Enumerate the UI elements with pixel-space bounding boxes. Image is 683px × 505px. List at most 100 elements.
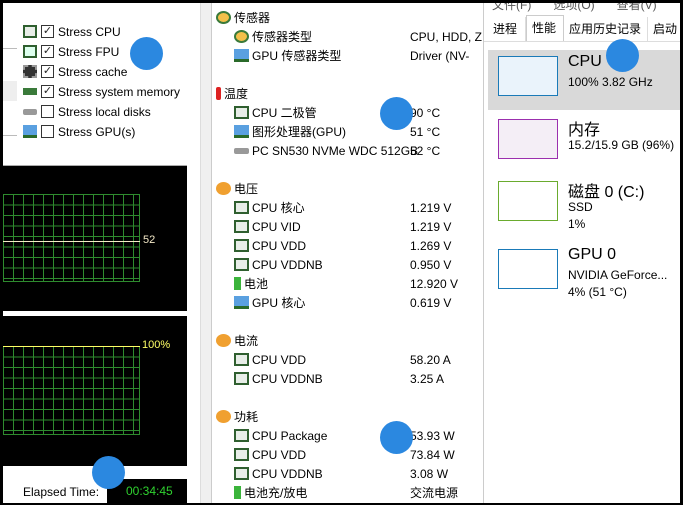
perf-item[interactable]: 磁盘 0 (C:) SSD 1%	[488, 175, 680, 235]
checkbox[interactable]	[41, 105, 54, 118]
sensor-label: 电流	[234, 334, 259, 348]
cpu-chip-icon	[234, 258, 249, 271]
sensor-row[interactable]: 图形处理器(GPU) 51 °C	[212, 122, 483, 141]
stress-option[interactable]: ✓ Stress system memory	[23, 82, 180, 101]
sensor-value: 0.950 V	[410, 257, 452, 272]
cpu-chip-icon	[234, 467, 249, 480]
sensor-row[interactable]: CPU VDDNB 3.08 W	[212, 464, 483, 483]
sensor-label: 图形处理器(GPU)	[252, 125, 346, 139]
usage-line	[3, 346, 140, 347]
checkbox[interactable]	[41, 125, 54, 138]
thermometer-icon	[216, 87, 221, 100]
sensor-group-header[interactable]: 功耗	[212, 407, 483, 426]
sensor-row[interactable]: PC SN530 NVMe WDC 512GB 52 °C	[212, 141, 483, 160]
sensor-row[interactable]: CPU Package 53.93 W	[212, 426, 483, 445]
sensor-label: CPU VID	[252, 219, 301, 234]
elapsed-time-value: 00:34:45	[126, 484, 173, 498]
gpu-icon	[23, 125, 37, 138]
sensor-label: 电压	[234, 182, 259, 196]
sensor-row[interactable]: CPU 核心 1.219 V	[212, 198, 483, 217]
stress-option[interactable]: Stress local disks	[23, 102, 151, 121]
temperature-value: 52	[143, 234, 156, 246]
sensor-row[interactable]: 电池充/放电 交流电源	[212, 483, 483, 502]
tab-2[interactable]: 应用历史记录	[564, 17, 648, 41]
sensor-label: CPU 二极管	[252, 106, 317, 120]
stress-label: Stress cache	[58, 64, 128, 79]
sensor-label: 温度	[224, 87, 249, 101]
sensor-row[interactable]: CPU VID 1.219 V	[212, 217, 483, 236]
sensor-value: 51 °C	[410, 124, 441, 139]
sensor-label: CPU VDD	[252, 447, 307, 462]
cpu-chip-icon	[234, 220, 249, 233]
perf-item-detail: 4% (51 °C)	[568, 285, 627, 299]
cpu-chip-icon	[234, 372, 249, 385]
sensor-value: 52 °C	[410, 143, 441, 158]
checkbox[interactable]: ✓	[41, 85, 54, 98]
touch-indicator	[380, 421, 413, 454]
touch-indicator	[92, 456, 125, 489]
gauge-icon	[216, 11, 231, 24]
perf-item-name: GPU 0	[568, 246, 617, 263]
sensor-row[interactable]: CPU VDD 73.84 W	[212, 445, 483, 464]
tab-0[interactable]: 进程	[488, 17, 526, 41]
sensor-label: CPU VDD	[252, 238, 307, 253]
sensor-row[interactable]: CPU VDD 1.269 V	[212, 236, 483, 255]
checkbox[interactable]: ✓	[41, 45, 54, 58]
sensor-group-header[interactable]: 温度	[212, 84, 483, 103]
sensor-row[interactable]: 传感器类型 CPU, HDD, Z	[212, 27, 483, 46]
checkbox[interactable]: ✓	[41, 65, 54, 78]
menu-item[interactable]: 选项(O)	[553, 3, 594, 13]
stress-option[interactable]: ✓ Stress cache	[23, 62, 127, 81]
menu-item[interactable]: 查看(V)	[617, 3, 657, 13]
sensor-group-header[interactable]: 电流	[212, 331, 483, 350]
sensor-value: 12.920 V	[410, 276, 459, 291]
stress-label: Stress FPU	[58, 44, 120, 59]
sensor-label: CPU Package	[252, 428, 328, 443]
sensor-value: 交流电源	[410, 486, 459, 500]
sensor-value: 53.93 W	[410, 428, 455, 443]
elapsed-time-label: Elapsed Time:	[23, 485, 100, 499]
cpu-chip-icon	[234, 239, 249, 252]
sensor-row[interactable]: 电池 12.920 V	[212, 274, 483, 293]
sensor-label: 电池充/放电	[244, 486, 308, 500]
sensor-group-header[interactable]: 传感器	[212, 8, 483, 27]
task-manager: 文件(F) 选项(O) 查看(V) 进程 性能 应用历史记录 启动 CPU 100% 3.8…	[483, 3, 680, 503]
stress-option[interactable]: ✓ Stress CPU	[23, 22, 121, 41]
sensor-value: 73.84 W	[410, 447, 455, 462]
perf-item-detail: 100% 3.82 GHz	[568, 75, 653, 89]
power-icon	[216, 182, 231, 195]
fpu-icon	[23, 45, 37, 58]
cache-chip-icon	[23, 65, 37, 78]
tab-1[interactable]: 性能	[526, 15, 564, 42]
sensor-value: 3.08 W	[410, 466, 449, 481]
sensor-label: 功耗	[234, 410, 259, 424]
mini-graph	[498, 181, 558, 221]
power-icon	[216, 410, 231, 423]
sensor-row[interactable]: GPU 核心 0.619 V	[212, 293, 483, 312]
sensor-row[interactable]: CPU 二极管 90 °C	[212, 103, 483, 122]
sensor-row[interactable]: CPU VDD 58.20 A	[212, 350, 483, 369]
sensor-row[interactable]: GPU 传感器类型 Driver (NV-	[212, 46, 483, 65]
touch-indicator	[380, 97, 413, 130]
perf-item-name: 内存	[568, 122, 601, 139]
tab-3[interactable]: 启动	[648, 17, 680, 41]
panel-splitter[interactable]	[200, 3, 212, 503]
sensor-row[interactable]: CPU VDDNB 0.950 V	[212, 255, 483, 274]
sensor-group-header[interactable]: 电压	[212, 179, 483, 198]
mini-graph	[498, 56, 558, 96]
stress-option[interactable]: ✓ Stress FPU	[23, 42, 119, 61]
perf-item[interactable]: CPU 100% 3.82 GHz	[488, 50, 680, 110]
menu-item[interactable]: 文件(F)	[492, 3, 531, 13]
perf-item[interactable]: GPU 0 NVIDIA GeForce... 4% (51 °C)	[488, 243, 680, 303]
sensor-value: 3.25 A	[410, 371, 445, 386]
perf-item-detail: NVIDIA GeForce...	[568, 268, 668, 282]
gpu-icon	[234, 296, 249, 309]
cpu-chip-icon	[23, 25, 37, 38]
checkbox[interactable]: ✓	[41, 25, 54, 38]
perf-item[interactable]: 内存 15.2/15.9 GB (96%)	[488, 113, 680, 173]
sensor-label: CPU VDDNB	[252, 466, 323, 481]
stress-option[interactable]: Stress GPU(s)	[23, 122, 135, 141]
sensor-row[interactable]: CPU VDDNB 3.25 A	[212, 369, 483, 388]
gpu-icon	[234, 49, 249, 62]
cpu-chip-icon	[234, 448, 249, 461]
